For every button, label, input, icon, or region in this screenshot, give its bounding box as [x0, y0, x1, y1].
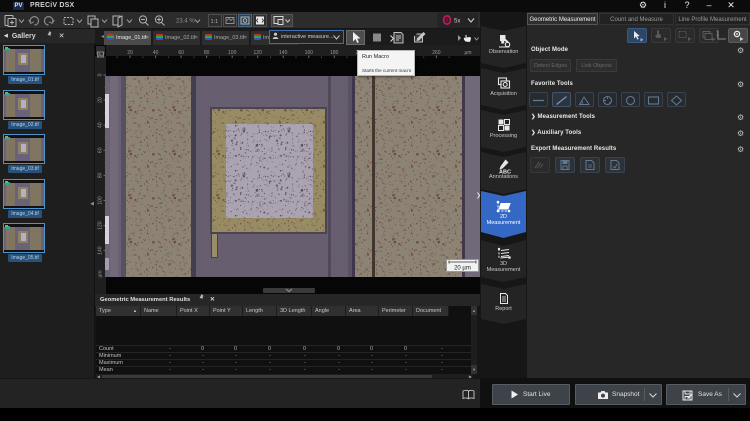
svg-text:140: 140 — [279, 50, 288, 56]
svg-text:µm: µm — [464, 50, 471, 56]
svg-text:260: 260 — [432, 50, 441, 56]
svg-text:140: 140 — [98, 246, 104, 255]
svg-text:23.4 %: 23.4 % — [176, 19, 195, 25]
svg-text:20: 20 — [98, 97, 104, 103]
svg-text:60: 60 — [178, 50, 184, 56]
svg-text:100: 100 — [98, 196, 104, 205]
svg-text:40: 40 — [153, 50, 159, 56]
svg-text:0: 0 — [98, 73, 104, 76]
svg-text:1:1: 1:1 — [211, 19, 219, 25]
svg-text:5x: 5x — [454, 19, 460, 25]
svg-text:20: 20 — [127, 50, 133, 56]
svg-text:180: 180 — [330, 50, 339, 56]
svg-text:100: 100 — [228, 50, 237, 56]
svg-text:40: 40 — [98, 122, 104, 128]
svg-text:80: 80 — [98, 172, 104, 178]
svg-text:80: 80 — [204, 50, 210, 56]
svg-text:120: 120 — [254, 50, 263, 56]
svg-text:20 µm: 20 µm — [454, 266, 471, 272]
svg-text:60: 60 — [98, 147, 104, 153]
svg-text:µm: µm — [98, 270, 104, 277]
svg-text:160: 160 — [305, 50, 314, 56]
svg-text:120: 120 — [98, 221, 104, 230]
